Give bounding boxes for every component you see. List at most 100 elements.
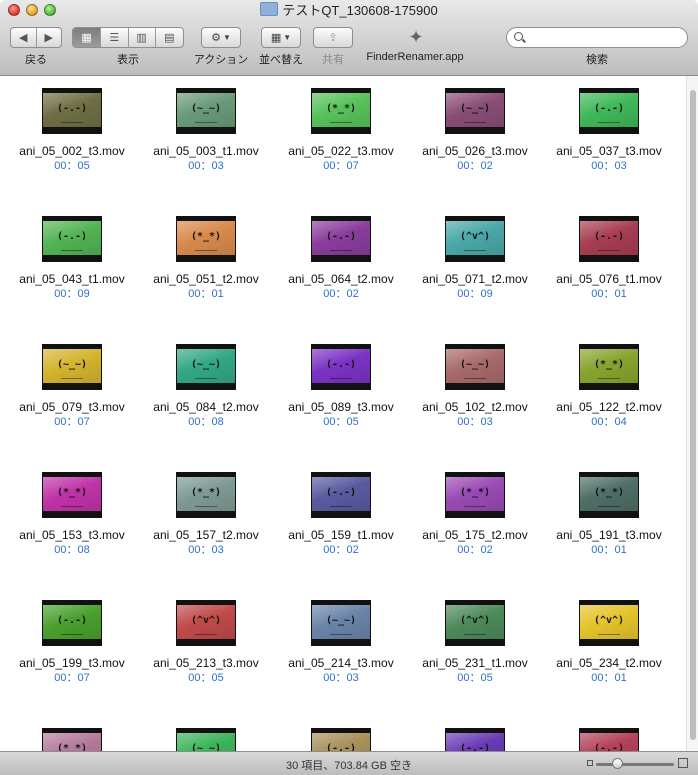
finder-renamer-app-icon[interactable]: ✦ — [402, 26, 430, 48]
slider-knob[interactable] — [612, 758, 623, 769]
file-item[interactable]: (-.-) — [547, 728, 671, 751]
thumbnail-face: (^v^) — [593, 614, 625, 626]
file-item[interactable]: (~_~) ani_05_084_t2.mov 00：08 — [144, 344, 268, 429]
file-item[interactable]: (*_*) ani_05_157_t2.mov 00：03 — [144, 472, 268, 557]
thumbnail-face: (~_~) — [459, 102, 491, 114]
movie-file-icon: (^v^) — [445, 600, 505, 646]
file-duration: 00：05 — [54, 160, 90, 172]
file-name: ani_05_159_t1.mov — [288, 528, 394, 542]
file-item[interactable]: (^v^) ani_05_231_t1.mov 00：05 — [413, 600, 537, 685]
forward-button[interactable]: ▶ — [37, 28, 62, 47]
file-item[interactable]: (~_~) ani_05_003_t1.mov 00：03 — [144, 88, 268, 173]
file-item[interactable]: (*_*) ani_05_051_t2.mov 00：01 — [144, 216, 268, 301]
thumbnail-face: (~_~) — [459, 358, 491, 370]
file-duration: 00：03 — [188, 160, 224, 172]
movie-file-icon: (^v^) — [445, 216, 505, 262]
thumbnail-face: (*_*) — [190, 230, 222, 242]
icon-view-button[interactable]: ▦ — [73, 28, 102, 47]
file-item[interactable]: (~_~) — [144, 728, 268, 751]
thumbnail-face: (*_*) — [190, 486, 222, 498]
view-label: 表示 — [117, 54, 139, 66]
file-item[interactable]: (-.-) ani_05_064_t2.mov 00：02 — [279, 216, 403, 301]
list-icon: ☰ — [109, 32, 120, 44]
thumbnail-face: (*_*) — [593, 358, 625, 370]
file-item[interactable]: (^v^) ani_05_213_t3.mov 00：05 — [144, 600, 268, 685]
chevron-down-icon: ▼ — [283, 33, 292, 42]
columns-icon: ▥ — [136, 32, 147, 44]
scrollbar-thumb[interactable] — [690, 90, 696, 740]
thumbnail-face: (-.-) — [459, 742, 491, 752]
thumbnail-face: (*_*) — [56, 486, 88, 498]
arrange-button[interactable]: ▦ ▼ — [261, 27, 301, 48]
file-icon-grid: (-.-) ani_05_002_t3.mov 00：05 (~_~) ani_05_0… — [0, 76, 686, 751]
large-icon — [678, 758, 688, 768]
file-item[interactable]: (~_~) ani_05_102_t2.mov 00：03 — [413, 344, 537, 429]
file-name: ani_05_064_t2.mov — [288, 272, 394, 286]
file-duration: 00：03 — [457, 416, 493, 428]
thumbnail-face: (-.-) — [56, 614, 88, 626]
thumbnail-face: (-.-) — [325, 230, 357, 242]
thumbnail-face: (~_~) — [325, 614, 357, 626]
list-view-button[interactable]: ☰ — [101, 28, 129, 47]
file-item[interactable]: (-.-) ani_05_159_t1.mov 00：02 — [279, 472, 403, 557]
thumbnail-face: (-.-) — [593, 742, 625, 752]
file-item[interactable]: (~_~) ani_05_079_t3.mov 00：07 — [10, 344, 134, 429]
action-button[interactable]: ⚙ ▼ — [201, 27, 241, 48]
thumbnail-face: (~_~) — [56, 358, 88, 370]
search-input[interactable] — [506, 27, 688, 48]
status-text: 30 項目、703.84 GB 空き — [286, 760, 412, 772]
file-name: ani_05_175_t2.mov — [422, 528, 528, 542]
file-duration: 00：05 — [457, 672, 493, 684]
movie-file-icon: (^v^) — [176, 600, 236, 646]
thumbnail-face: (~_~) — [190, 358, 222, 370]
file-name: ani_05_051_t2.mov — [153, 272, 259, 286]
file-item[interactable]: (*_*) ani_05_175_t2.mov 00：02 — [413, 472, 537, 557]
movie-file-icon: (-.-) — [311, 728, 371, 751]
file-item[interactable]: (-.-) ani_05_002_t3.mov 00：05 — [10, 88, 134, 173]
file-duration: 00：03 — [323, 672, 359, 684]
file-item[interactable]: (~_~) ani_05_026_t3.mov 00：02 — [413, 88, 537, 173]
movie-file-icon: (*_*) — [42, 728, 102, 751]
vertical-scrollbar[interactable] — [686, 76, 698, 751]
share-button[interactable]: ⇪ — [313, 27, 353, 48]
file-item[interactable]: (-.-) — [279, 728, 403, 751]
file-item[interactable]: (-.-) ani_05_199_t3.mov 00：07 — [10, 600, 134, 685]
file-item[interactable]: (*_*) ani_05_191_t3.mov 00：01 — [547, 472, 671, 557]
file-item[interactable]: (-.-) ani_05_076_t1.mov 00：01 — [547, 216, 671, 301]
file-item[interactable]: (^v^) ani_05_071_t2.mov 00：09 — [413, 216, 537, 301]
file-item[interactable]: (-.-) ani_05_037_t3.mov 00：03 — [547, 88, 671, 173]
file-name: ani_05_199_t3.mov — [19, 656, 125, 670]
file-duration: 00：05 — [323, 416, 359, 428]
gear-icon: ⚙ — [211, 32, 221, 44]
movie-file-icon: (~_~) — [445, 344, 505, 390]
file-duration: 00：07 — [54, 672, 90, 684]
file-item[interactable]: (-.-) ani_05_043_t1.mov 00：09 — [10, 216, 134, 301]
file-item[interactable]: (*_*) — [10, 728, 134, 751]
file-item[interactable]: (*_*) ani_05_022_t3.mov 00：07 — [279, 88, 403, 173]
movie-file-icon: (~_~) — [311, 600, 371, 646]
file-item[interactable]: (*_*) ani_05_153_t3.mov 00：08 — [10, 472, 134, 557]
thumbnail-face: (-.-) — [56, 230, 88, 242]
file-name: ani_05_037_t3.mov — [556, 144, 662, 158]
file-item[interactable]: (-.-) ani_05_089_t3.mov 00：05 — [279, 344, 403, 429]
thumbnail-face: (*_*) — [593, 486, 625, 498]
column-view-button[interactable]: ▥ — [129, 28, 156, 47]
back-label: 戻る — [25, 54, 47, 66]
movie-file-icon: (*_*) — [42, 472, 102, 518]
coverflow-view-button[interactable]: ▤ — [156, 28, 183, 47]
status-bar: 30 項目、703.84 GB 空き — [0, 751, 698, 775]
back-button[interactable]: ◀ — [11, 28, 37, 47]
thumbnail-face: (-.-) — [325, 486, 357, 498]
folder-icon — [260, 2, 279, 16]
file-item[interactable]: (*_*) ani_05_122_t2.mov 00：04 — [547, 344, 671, 429]
arrange-label: 並べ替え — [259, 54, 303, 66]
movie-file-icon: (-.-) — [42, 88, 102, 134]
file-item[interactable]: (^v^) ani_05_234_t2.mov 00：01 — [547, 600, 671, 685]
file-name: ani_05_122_t2.mov — [556, 400, 662, 414]
icon-size-slider[interactable] — [587, 758, 688, 769]
file-item[interactable]: (~_~) ani_05_214_t3.mov 00：03 — [279, 600, 403, 685]
movie-file-icon: (*_*) — [176, 472, 236, 518]
file-item[interactable]: (-.-) — [413, 728, 537, 751]
file-name: ani_05_002_t3.mov — [19, 144, 125, 158]
movie-file-icon: (*_*) — [176, 216, 236, 262]
